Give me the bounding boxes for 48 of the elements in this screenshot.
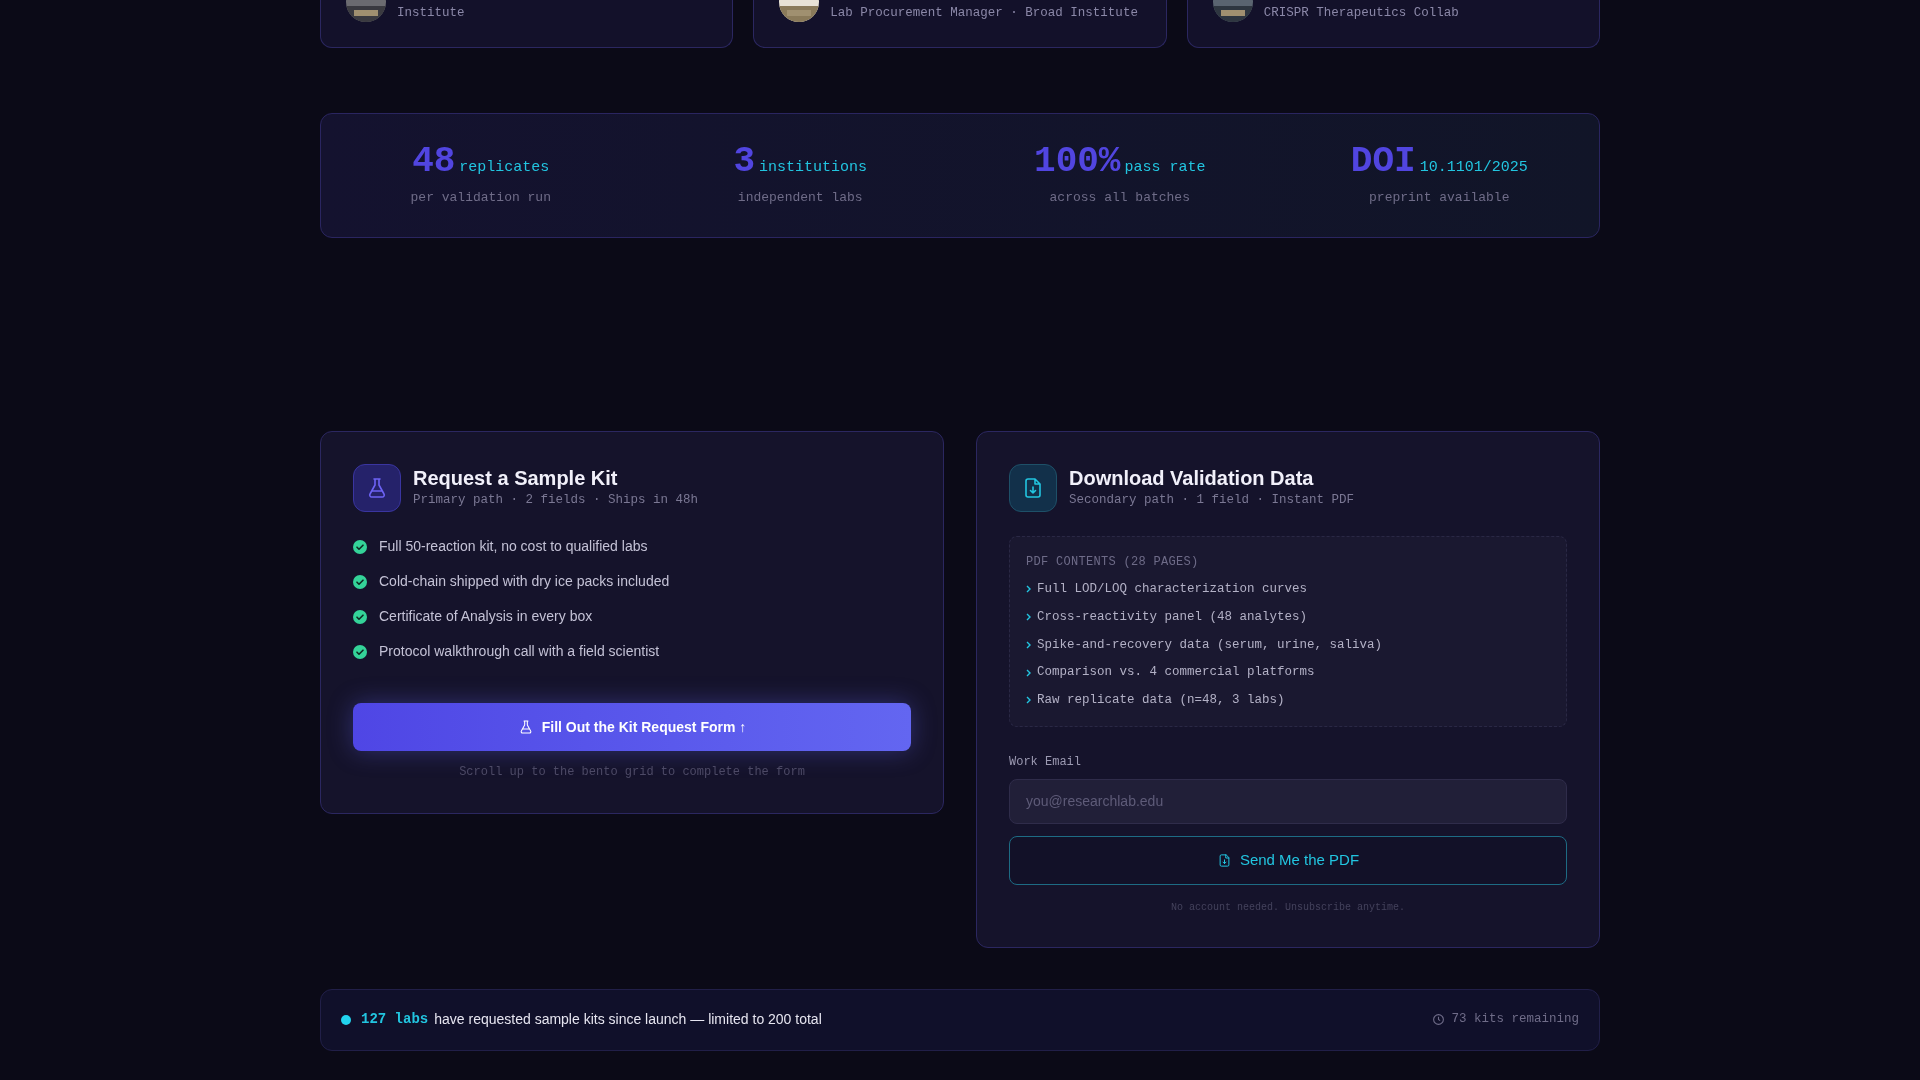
stat-value: 100% [1034, 143, 1121, 180]
stat-unit: replicates [459, 157, 550, 178]
panel-heading: PDF CONTENTS (28 PAGES) [1026, 554, 1200, 571]
benefit-text: Cold-chain shipped with dry ice packs included [379, 572, 670, 591]
check-icon [353, 609, 367, 624]
status-text: have requested sample kits since launch — limited to 200 total [434, 1010, 822, 1030]
contents-item: Raw replicate data (n=48, 3 labs) [1037, 692, 1285, 709]
contents-item: Spike-and-recovery data (serum, urine, saliva) [1037, 636, 1383, 654]
chevron-icon [1026, 668, 1031, 677]
stat-caption: per validation run [410, 188, 551, 207]
card-title: Download Validation Data [1069, 466, 1315, 492]
document-download-icon [1216, 852, 1232, 868]
benefit-text: Protocol walkthrough call with a field scientist [379, 642, 660, 661]
field-label: Work Email [1009, 753, 1082, 771]
check-icon [353, 574, 367, 589]
testimonial-role: CRISPR Therapeutics Collab [1263, 5, 1459, 22]
lab-count: 127 labs [361, 1010, 429, 1030]
benefit-text: Certificate of Analysis in every box [379, 607, 593, 626]
stat-value: 48 [412, 143, 456, 180]
contents-item: Cross-reactivity panel (48 analytes) [1037, 608, 1308, 626]
card-title: Request a Sample Kit [413, 466, 619, 492]
testimonial-role: Institute [397, 5, 465, 22]
stat-value: DOI [1350, 143, 1416, 180]
clock-icon [1432, 1013, 1446, 1027]
testimonial-role: Lab Procurement Manager · Broad Institute [830, 5, 1138, 22]
stat-unit: institutions [759, 157, 868, 178]
remaining-count: 73 kits remaining [1451, 1011, 1579, 1029]
chevron-icon [1026, 585, 1031, 594]
chevron-icon [1026, 613, 1031, 622]
stat-caption: preprint available [1369, 188, 1510, 207]
check-icon [353, 644, 367, 659]
card-subtitle: Secondary path · 1 field · Instant PDF [1069, 492, 1355, 510]
card-subtitle: Primary path · 2 fields · Ships in 48h [413, 492, 699, 510]
stat-unit: pass rate [1124, 157, 1206, 178]
contents-item: Full LOD/LOQ characterization curves [1037, 581, 1308, 598]
chevron-icon [1026, 696, 1031, 705]
hint-text: Scroll up to the bento grid to complete the form [459, 764, 805, 781]
contents-item: Comparison vs. 4 commercial platforms [1037, 664, 1315, 682]
email-field[interactable]: you@researchlab.edu [1009, 778, 1567, 824]
stat-caption: independent labs [737, 188, 863, 207]
stat-unit: 10.1101/2025 [1419, 157, 1528, 178]
check-icon [353, 539, 367, 554]
stat-value: 3 [733, 143, 756, 180]
benefit-text: Full 50-reaction kit, no cost to qualified labs [379, 537, 648, 556]
send-pdf-button[interactable]: Send Me the PDF [1009, 835, 1567, 885]
stat-caption: across all batches [1049, 188, 1190, 207]
kit-request-button[interactable]: Fill Out the Kit Request Form ↑ [353, 703, 911, 751]
chevron-icon [1026, 640, 1031, 649]
